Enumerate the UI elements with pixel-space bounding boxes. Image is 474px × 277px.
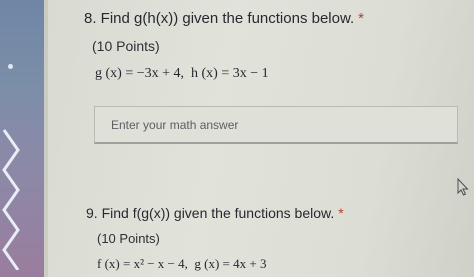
question-9-title: 9. Find f(g(x)) given the functions belo…	[86, 205, 344, 221]
function-g: g (x) = −3x + 4,	[95, 66, 185, 81]
question-9-functions: f (x) = x² − x − 4, g (x) = 4x + 3	[97, 256, 266, 272]
form-screen: 8. Find g(h(x)) given the functions belo…	[0, 0, 474, 277]
question-8-title: 8. Find g(h(x)) given the functions belo…	[84, 10, 364, 27]
answer-placeholder: Enter your math answer	[111, 118, 239, 132]
function-h: h (x) = 3x − 1	[191, 66, 269, 81]
required-mark: *	[358, 10, 364, 27]
question-8-points: (10 Points)	[92, 38, 160, 54]
question-8-functions: g (x) = −3x + 4, h (x) = 3x − 1	[95, 66, 269, 82]
function-g: g (x) = 4x + 3	[194, 256, 267, 271]
bullet-dot-icon	[8, 64, 13, 69]
question-9-points: (10 Points)	[97, 231, 160, 246]
function-f: f (x) = x² − x − 4,	[97, 256, 188, 271]
math-answer-input[interactable]: Enter your math answer	[94, 106, 458, 144]
mouse-pointer-icon	[457, 178, 469, 196]
required-mark: *	[338, 205, 344, 221]
zigzag-decoration-icon	[2, 129, 20, 270]
left-decorative-strip	[0, 0, 44, 277]
